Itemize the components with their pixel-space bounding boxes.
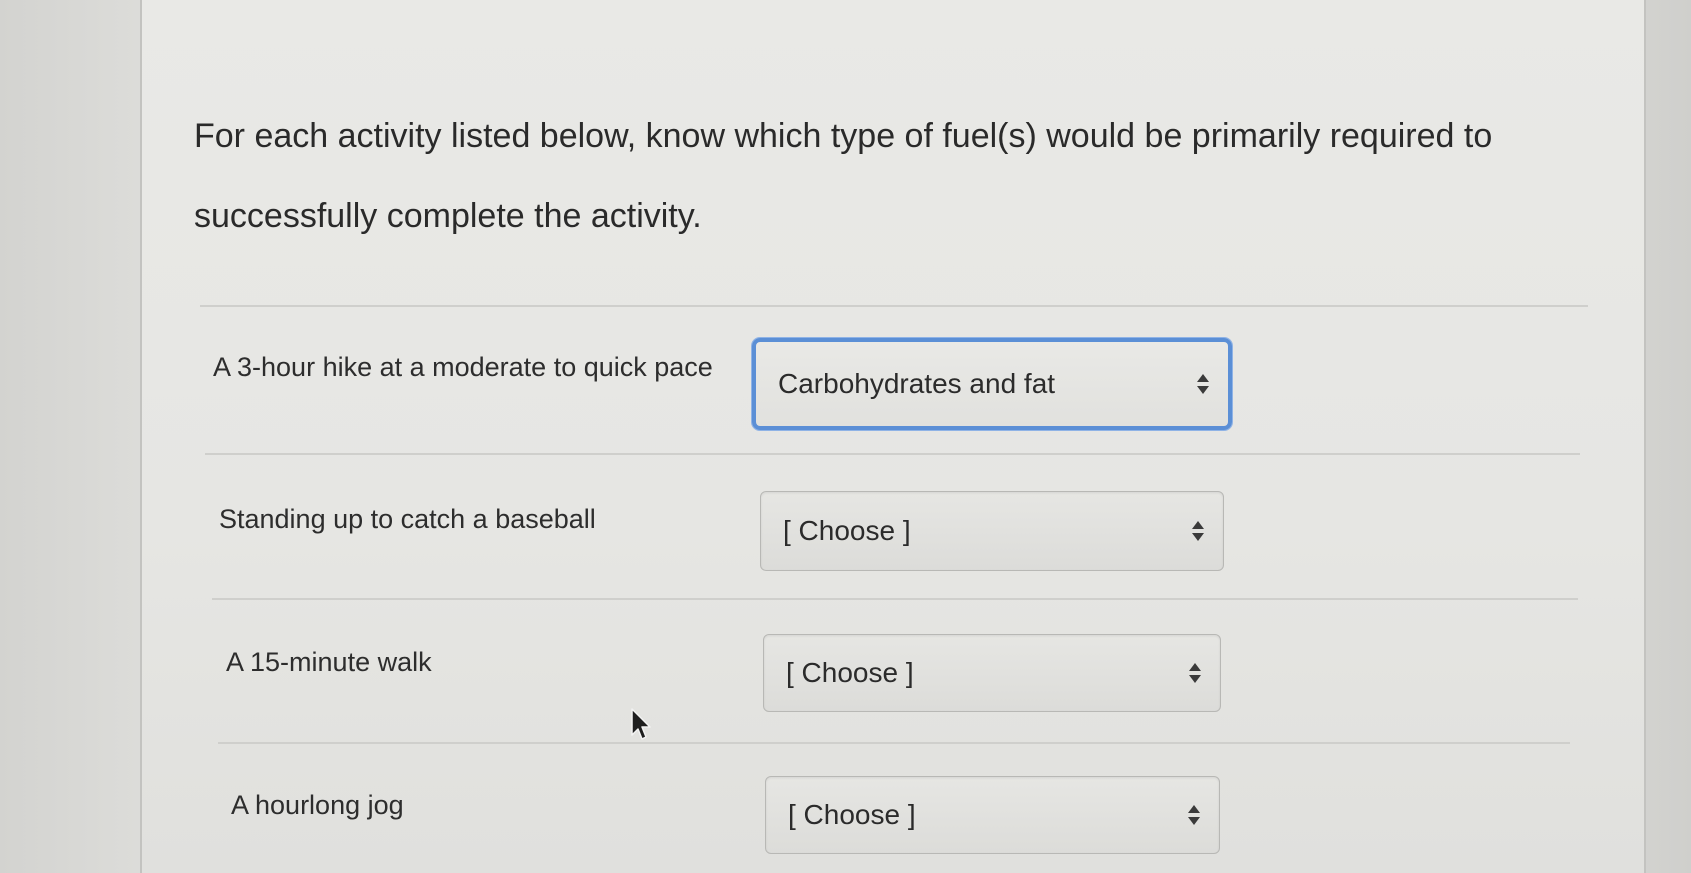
divider: [200, 305, 1588, 307]
fuel-select-walk[interactable]: [ Choose ]: [763, 634, 1221, 712]
mouse-pointer-icon: [630, 707, 654, 743]
divider: [212, 598, 1578, 600]
fuel-select-hike[interactable]: Carbohydrates and fat: [752, 338, 1232, 430]
activity-label-baseball: Standing up to catch a baseball: [219, 504, 596, 534]
up-down-chevron-icon: [1188, 661, 1202, 685]
question-text: For each activity listed below, know whi…: [194, 117, 1493, 235]
divider: [205, 453, 1580, 455]
select-value: [ Choose ]: [786, 657, 914, 688]
activity-label-hike: A 3-hour hike at a moderate to quick pac…: [213, 352, 713, 382]
select-value: Carbohydrates and fat: [778, 368, 1056, 399]
fuel-select-jog[interactable]: [ Choose ]: [765, 776, 1220, 854]
activity-label-walk: A 15-minute walk: [226, 647, 432, 677]
divider: [218, 742, 1570, 744]
up-down-chevron-icon: [1196, 372, 1210, 396]
select-value: [ Choose ]: [788, 799, 916, 830]
up-down-chevron-icon: [1191, 519, 1205, 543]
select-value: [ Choose ]: [783, 515, 911, 546]
up-down-chevron-icon: [1187, 803, 1201, 827]
fuel-select-baseball[interactable]: [ Choose ]: [760, 491, 1224, 571]
activity-label-jog: A hourlong jog: [231, 790, 404, 820]
